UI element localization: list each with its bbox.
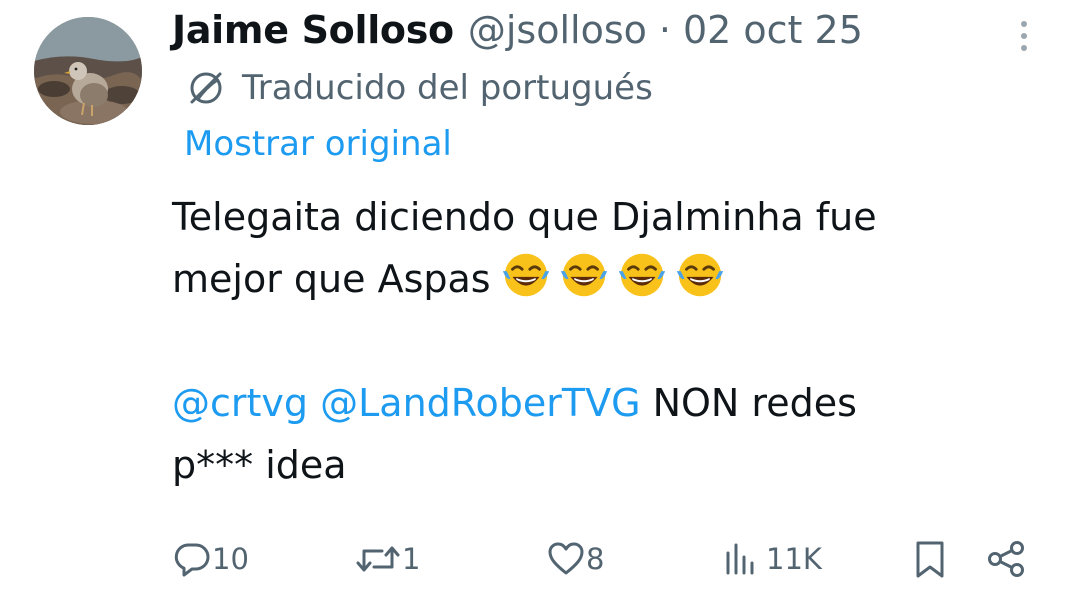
tweet-body: Telegaita diciendo que Djalminha fue mej… bbox=[172, 186, 1032, 496]
views-icon bbox=[726, 543, 754, 575]
laughing-tears-emoji bbox=[560, 253, 607, 297]
show-original-link[interactable]: Mostrar original bbox=[184, 124, 452, 164]
repost-count: 1 bbox=[402, 542, 421, 576]
tweet-body-text: NON redes bbox=[640, 381, 857, 425]
tweet-body-line: Telegaita diciendo que Djalminha fue bbox=[172, 195, 877, 239]
views-count: 11K bbox=[766, 542, 822, 576]
author-display-name[interactable]: Jaime Solloso bbox=[172, 8, 454, 52]
translation-notice: Traducido del portugués bbox=[184, 66, 653, 110]
mention-link[interactable]: @LandRoberTVG bbox=[320, 381, 640, 425]
share-icon bbox=[988, 541, 1024, 577]
action-bar: 10 1 8 11K bbox=[0, 534, 1080, 584]
tweet-date[interactable]: 02 oct 25 bbox=[683, 8, 863, 52]
separator-dot: · bbox=[658, 8, 671, 52]
bookmark-icon bbox=[916, 541, 944, 578]
tweet-body-line: p*** idea bbox=[172, 443, 347, 487]
author-handle[interactable]: @jsolloso bbox=[468, 8, 647, 52]
like-count: 8 bbox=[586, 542, 605, 576]
laughing-tears-emoji bbox=[618, 253, 665, 297]
tweet-header: Jaime Solloso @jsolloso · 02 oct 25 bbox=[172, 8, 863, 58]
laughing-tears-emoji bbox=[502, 253, 549, 297]
more-vertical-icon bbox=[1021, 21, 1027, 51]
reply-button[interactable]: 10 bbox=[172, 534, 249, 584]
repost-icon bbox=[356, 546, 400, 572]
avatar[interactable] bbox=[34, 17, 142, 125]
laughing-tears-emoji bbox=[676, 253, 723, 297]
repost-button[interactable]: 1 bbox=[354, 534, 420, 584]
translate-icon bbox=[190, 72, 222, 104]
like-icon bbox=[548, 542, 584, 575]
tweet: Jaime Solloso @jsolloso · 02 oct 25 Trad… bbox=[0, 0, 1080, 612]
reply-icon bbox=[174, 543, 210, 577]
tweet-body-line: mejor que Aspas bbox=[172, 248, 1032, 310]
reply-count: 10 bbox=[212, 542, 249, 576]
tweet-body-text: mejor que Aspas bbox=[172, 257, 491, 301]
avatar-image bbox=[34, 17, 142, 125]
translation-notice-text: Traducido del portugués bbox=[242, 68, 653, 108]
views-button[interactable]: 11K bbox=[722, 534, 822, 584]
more-options-button[interactable] bbox=[1006, 16, 1042, 56]
like-button[interactable]: 8 bbox=[546, 534, 604, 584]
bookmark-button[interactable] bbox=[910, 534, 950, 584]
share-button[interactable] bbox=[984, 534, 1028, 584]
mention-link[interactable]: @crtvg bbox=[172, 381, 308, 425]
tweet-body-line: @crtvg @LandRoberTVG NON redes bbox=[172, 372, 1032, 434]
